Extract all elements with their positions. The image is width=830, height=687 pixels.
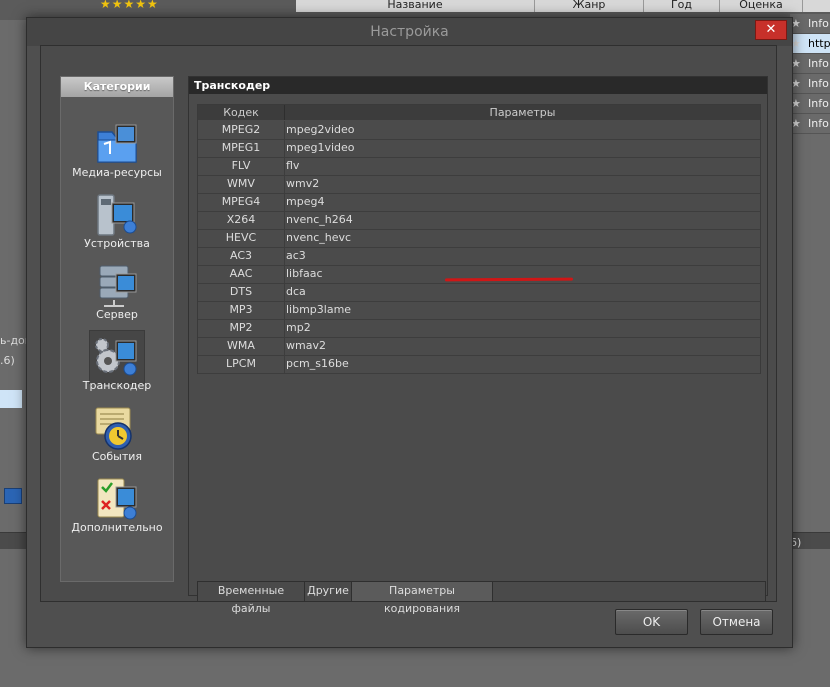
category-label: Сервер	[96, 308, 138, 321]
params-cell[interactable]: dca	[285, 283, 306, 301]
settings-dialog: Настройка ✕ Категории Медиа-ресурсы Устр…	[26, 17, 793, 648]
params-cell[interactable]: nvenc_h264	[285, 211, 353, 229]
category-devices[interactable]: Устройства	[61, 188, 173, 256]
params-cell[interactable]: libmp3lame	[285, 301, 351, 319]
category-media-resources[interactable]: Медиа-ресурсы	[61, 117, 173, 185]
codec-cell: AC3	[198, 247, 285, 265]
list-item[interactable]: ★ Info	[790, 94, 830, 114]
params-cell[interactable]: mpeg1video	[285, 139, 355, 157]
codec-cell: MPEG4	[198, 193, 285, 211]
codec-cell: LPCM	[198, 355, 285, 373]
codec-cell: DTS	[198, 283, 285, 301]
list-item[interactable]: ★ Info	[790, 74, 830, 94]
params-cell[interactable]: pcm_s16be	[285, 355, 349, 373]
column-header-year[interactable]: Год	[644, 0, 720, 12]
table-row[interactable]: FLV flv	[198, 157, 760, 176]
codec-cell: X264	[198, 211, 285, 229]
list-item[interactable]: ★ Info	[790, 14, 830, 34]
category-events[interactable]: События	[61, 401, 173, 469]
codec-cell: MPEG1	[198, 139, 285, 157]
category-label: Дополнительно	[71, 521, 163, 534]
params-cell[interactable]: ac3	[285, 247, 306, 265]
table-row[interactable]: MPEG1 mpeg1video	[198, 139, 760, 158]
column-header-rating[interactable]: Оценка	[720, 0, 803, 12]
category-label: Транскодер	[82, 379, 152, 392]
table-row[interactable]: AC3 ac3	[198, 247, 760, 266]
transcoder-gear-icon	[89, 330, 145, 384]
table-row[interactable]: HEVC nvenc_hevc	[198, 229, 760, 248]
categories-sidebar: Категории Медиа-ресурсы Устройства Серве…	[60, 76, 174, 582]
codec-cell: WMV	[198, 175, 285, 193]
media-folder-icon	[89, 117, 145, 171]
params-cell[interactable]: mpeg2video	[285, 121, 355, 139]
table-row[interactable]: MP3 libmp3lame	[198, 301, 760, 320]
transcoder-panel: Транскодер Кодек Параметры MPEG2 mpeg2vid…	[188, 76, 768, 615]
tab-other[interactable]: Другие	[305, 582, 352, 601]
tab-temp-files[interactable]: Временные файлы	[198, 582, 305, 615]
column-header-name[interactable]: Название	[296, 0, 535, 12]
column-header-params[interactable]: Параметры	[285, 105, 760, 120]
table-header: Кодек Параметры	[198, 105, 760, 120]
table-row[interactable]: MP2 mp2	[198, 319, 760, 338]
dialog-frame: Категории Медиа-ресурсы Устройства Серве…	[40, 45, 777, 615]
cancel-button[interactable]: Отмена	[700, 609, 773, 635]
category-transcoder[interactable]: Транскодер	[61, 330, 173, 398]
close-button[interactable]: ✕	[755, 20, 787, 40]
params-cell[interactable]: wmv2	[285, 175, 319, 193]
devices-icon	[89, 188, 145, 242]
category-label: Медиа-ресурсы	[72, 166, 162, 179]
rating-stars-icon: ★★★★★	[100, 0, 159, 11]
codec-cell: MPEG2	[198, 121, 285, 139]
background-left-text: .6)	[0, 354, 15, 367]
category-extra[interactable]: Дополнительно	[61, 472, 173, 540]
background-right-list: ★ Info ★ http ★ Info ★ Info ★ Info ★ Info	[790, 14, 830, 134]
tab-encoding-params[interactable]: Параметры кодирования	[352, 582, 493, 615]
table-row[interactable]: X264 nvenc_h264	[198, 211, 760, 230]
category-server[interactable]: Сервер	[61, 259, 173, 327]
table-row[interactable]: DTS dca	[198, 283, 760, 302]
params-cell[interactable]: libfaac	[285, 265, 323, 283]
codec-cell: FLV	[198, 157, 285, 175]
codec-cell: AAC	[198, 265, 285, 283]
codec-cell: WMA	[198, 337, 285, 355]
table-row[interactable]: MPEG2 mpeg2video	[198, 121, 760, 140]
params-cell[interactable]: mp2	[285, 319, 311, 337]
list-item[interactable]: ★ http	[790, 34, 830, 54]
ok-button[interactable]: OK	[615, 609, 688, 635]
params-cell[interactable]: mpeg4	[285, 193, 324, 211]
codec-cell: MP3	[198, 301, 285, 319]
events-clock-icon	[89, 401, 145, 455]
codec-table: Кодек Параметры MPEG2 mpeg2video MPEG1 mpeg…	[197, 104, 761, 374]
table-row[interactable]: WMA wmav2	[198, 337, 760, 356]
panel-tabs: Временные файлы Другие Параметры кодиров…	[197, 581, 766, 615]
panel-title: Транскодер	[189, 77, 767, 94]
table-row[interactable]: LPCM pcm_s16be	[198, 355, 760, 374]
codec-cell: HEVC	[198, 229, 285, 247]
params-cell[interactable]: flv	[285, 157, 299, 175]
list-item[interactable]: ★ Info	[790, 114, 830, 134]
list-item[interactable]: ★ Info	[790, 54, 830, 74]
category-label: События	[91, 450, 143, 463]
dialog-title-bar[interactable]: Настройка	[27, 18, 792, 46]
background-selected-row[interactable]	[0, 390, 22, 408]
save-icon[interactable]	[4, 488, 22, 504]
categories-title: Категории	[61, 77, 173, 97]
dialog-title: Настройка	[370, 24, 449, 40]
codec-cell: MP2	[198, 319, 285, 337]
column-header-genre[interactable]: Жанр	[535, 0, 644, 12]
category-label: Устройства	[84, 237, 150, 250]
background-table-header: Название Жанр Год Оценка	[296, 0, 830, 12]
server-icon	[89, 259, 145, 313]
table-row[interactable]: WMV wmv2	[198, 175, 760, 194]
table-row[interactable]: MPEG4 mpeg4	[198, 193, 760, 212]
column-header-codec[interactable]: Кодек	[198, 105, 285, 120]
extra-checklist-icon	[89, 472, 145, 526]
params-cell[interactable]: nvenc_hevc	[285, 229, 351, 247]
params-cell[interactable]: wmav2	[285, 337, 326, 355]
